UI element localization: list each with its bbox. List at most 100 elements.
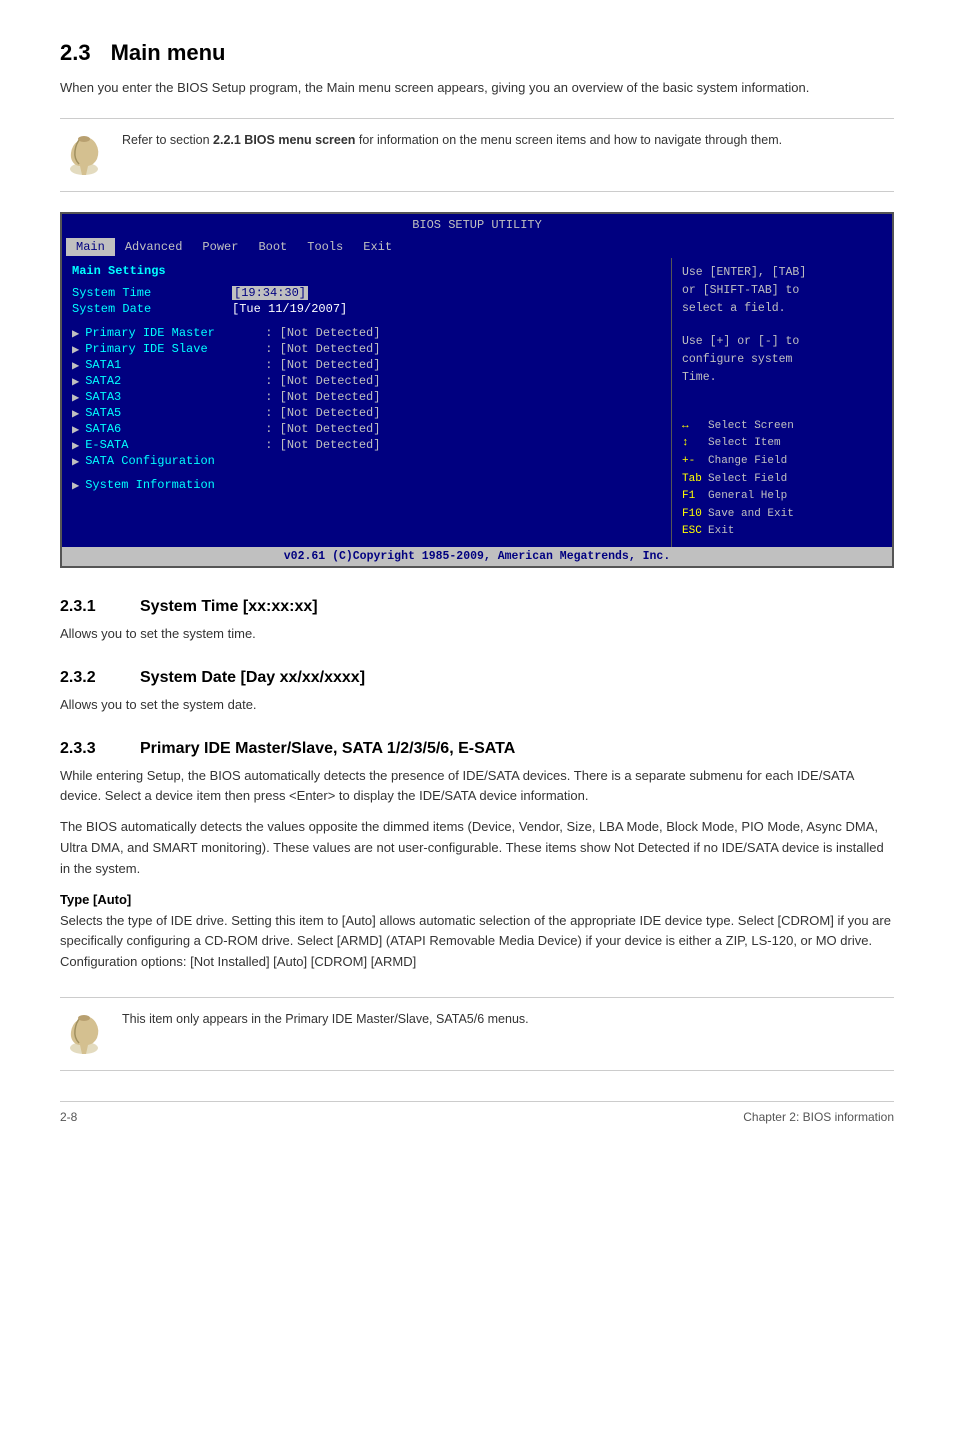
bios-list-label-2[interactable]: SATA1 xyxy=(85,358,265,372)
bios-system-date-field: System Date [Tue 11/19/2007] xyxy=(72,302,661,316)
bios-list-value-4: : [Not Detected] xyxy=(265,390,380,404)
bios-list-label-6[interactable]: SATA6 xyxy=(85,422,265,436)
bios-system-date-value[interactable]: [Tue 11/19/2007] xyxy=(232,302,347,316)
sub-section-232: 2.3.2 System Date [Day xx/xx/xxxx] Allow… xyxy=(60,669,894,716)
sub-heading-232: 2.3.2 System Date [Day xx/xx/xxxx] xyxy=(60,669,894,687)
sub-section-231: 2.3.1 System Time [xx:xx:xx] Allows you … xyxy=(60,598,894,645)
bios-menu-power[interactable]: Power xyxy=(192,238,248,256)
sub-heading-233: 2.3.3 Primary IDE Master/Slave, SATA 1/2… xyxy=(60,740,894,758)
bios-key-desc-1: Select Item xyxy=(708,435,781,453)
bios-section-title: Main Settings xyxy=(72,264,661,278)
bios-list-item-1: ▶ Primary IDE Slave : [Not Detected] xyxy=(72,342,661,357)
bios-footer: v02.61 (C)Copyright 1985-2009, American … xyxy=(62,547,892,566)
sub-title-232: System Date [Day xx/xx/xxxx] xyxy=(140,669,365,687)
page-footer: 2-8 Chapter 2: BIOS information xyxy=(60,1101,894,1124)
sub-number-231: 2.3.1 xyxy=(60,598,120,616)
bios-key-icon-2: +- xyxy=(682,453,702,471)
bios-list-label-4[interactable]: SATA3 xyxy=(85,390,265,404)
note-box-1: Refer to section 2.2.1 BIOS menu screen … xyxy=(60,118,894,192)
bios-menu-main[interactable]: Main xyxy=(66,238,115,256)
bios-list-label-3[interactable]: SATA2 xyxy=(85,374,265,388)
bios-key-icon-1: ↕ xyxy=(682,435,702,453)
bios-menu-boot[interactable]: Boot xyxy=(248,238,297,256)
bios-system-date-label: System Date xyxy=(72,302,232,316)
bios-arrow-5: ▶ xyxy=(72,406,79,421)
bios-arrow-3: ▶ xyxy=(72,374,79,389)
bios-help-mid: Use [+] or [-] to configure system Time. xyxy=(682,333,882,388)
bios-list-label-7[interactable]: E-SATA xyxy=(85,438,265,452)
bios-key-row-6: ESC Exit xyxy=(682,523,882,541)
bios-list-label-0[interactable]: Primary IDE Master xyxy=(85,326,265,340)
bios-arrow-4: ▶ xyxy=(72,390,79,405)
note-icon-1 xyxy=(60,131,108,179)
bios-key-row-1: ↕ Select Item xyxy=(682,435,882,453)
bios-list-item-0: ▶ Primary IDE Master : [Not Detected] xyxy=(72,326,661,341)
bios-key-row-5: F10 Save and Exit xyxy=(682,506,882,524)
bios-arrow-8: ▶ xyxy=(72,454,79,469)
bios-key-row-3: Tab Select Field xyxy=(682,471,882,489)
note-text-1: Refer to section 2.2.1 BIOS menu screen … xyxy=(122,131,782,150)
bios-key-desc-5: Save and Exit xyxy=(708,506,794,524)
note-icon-2 xyxy=(60,1010,108,1058)
bios-menu-bar: Main Advanced Power Boot Tools Exit xyxy=(62,236,892,258)
bios-key-icon-0: ↔ xyxy=(682,418,702,436)
bios-help-top: Use [ENTER], [TAB] or [SHIFT-TAB] to sel… xyxy=(682,264,882,319)
bios-left-panel: Main Settings System Time [19:34:30] Sys… xyxy=(62,258,672,548)
bios-list-value-6: : [Not Detected] xyxy=(265,422,380,436)
bios-list-value-2: : [Not Detected] xyxy=(265,358,380,372)
bios-key-icon-4: F1 xyxy=(682,488,702,506)
bios-arrow-sysinfo: ▶ xyxy=(72,478,79,493)
bios-list-label-8[interactable]: SATA Configuration xyxy=(85,454,265,468)
type-desc: Selects the type of IDE drive. Setting t… xyxy=(60,911,894,973)
sub-desc-232: Allows you to set the system date. xyxy=(60,695,894,716)
bios-menu-advanced[interactable]: Advanced xyxy=(115,238,193,256)
bios-list-item-4: ▶ SATA3 : [Not Detected] xyxy=(72,390,661,405)
bios-key-icon-5: F10 xyxy=(682,506,702,524)
footer-right: Chapter 2: BIOS information xyxy=(743,1110,894,1124)
bios-title-bar: BIOS SETUP UTILITY xyxy=(62,214,892,236)
bios-key-desc-2: Change Field xyxy=(708,453,787,471)
bios-key-desc-4: General Help xyxy=(708,488,787,506)
sub-section-233: 2.3.3 Primary IDE Master/Slave, SATA 1/2… xyxy=(60,740,894,973)
bios-list-item-2: ▶ SATA1 : [Not Detected] xyxy=(72,358,661,373)
bios-menu-exit[interactable]: Exit xyxy=(353,238,402,256)
section-heading: 2.3 Main menu xyxy=(60,40,894,66)
bios-arrow-7: ▶ xyxy=(72,438,79,453)
bios-list-value-5: : [Not Detected] xyxy=(265,406,380,420)
bios-key-icon-3: Tab xyxy=(682,471,702,489)
section-description: When you enter the BIOS Setup program, t… xyxy=(60,78,894,98)
bios-key-row-2: +- Change Field xyxy=(682,453,882,471)
bios-list-item-8: ▶ SATA Configuration xyxy=(72,454,661,469)
bios-arrow-1: ▶ xyxy=(72,342,79,357)
bios-key-row-4: F1 General Help xyxy=(682,488,882,506)
bios-list-item-6: ▶ SATA6 : [Not Detected] xyxy=(72,422,661,437)
bios-list-label-sysinfo[interactable]: System Information xyxy=(85,478,265,492)
note-text-2: This item only appears in the Primary ID… xyxy=(122,1010,529,1029)
sub-number-233: 2.3.3 xyxy=(60,740,120,758)
section-title: Main menu xyxy=(111,40,226,66)
bios-key-icon-6: ESC xyxy=(682,523,702,541)
bios-body: Main Settings System Time [19:34:30] Sys… xyxy=(62,258,892,548)
bios-list-value-1: : [Not Detected] xyxy=(265,342,380,356)
bios-list-label-5[interactable]: SATA5 xyxy=(85,406,265,420)
bios-system-time-label: System Time xyxy=(72,286,232,300)
bios-key-desc-0: Select Screen xyxy=(708,418,794,436)
section-number: 2.3 xyxy=(60,40,91,66)
bios-menu-tools[interactable]: Tools xyxy=(297,238,353,256)
bios-arrow-6: ▶ xyxy=(72,422,79,437)
bios-list-item-3: ▶ SATA2 : [Not Detected] xyxy=(72,374,661,389)
sub-desc-231: Allows you to set the system time. xyxy=(60,624,894,645)
bios-list-item-7: ▶ E-SATA : [Not Detected] xyxy=(72,438,661,453)
bios-system-time-field: System Time [19:34:30] xyxy=(72,286,661,300)
bios-key-table: ↔ Select Screen ↕ Select Item +- Change … xyxy=(682,418,882,541)
bios-list-value-3: : [Not Detected] xyxy=(265,374,380,388)
bios-system-time-value[interactable]: [19:34:30] xyxy=(232,286,308,300)
bios-list-label-1[interactable]: Primary IDE Slave xyxy=(85,342,265,356)
bios-arrow-0: ▶ xyxy=(72,326,79,341)
sub-desc-233-2: The BIOS automatically detects the value… xyxy=(60,817,894,879)
sub-title-233: Primary IDE Master/Slave, SATA 1/2/3/5/6… xyxy=(140,740,515,758)
bios-key-desc-6: Exit xyxy=(708,523,734,541)
bios-system-info-item: ▶ System Information xyxy=(72,478,661,493)
bios-right-panel: Use [ENTER], [TAB] or [SHIFT-TAB] to sel… xyxy=(672,258,892,548)
bios-screen: BIOS SETUP UTILITY Main Advanced Power B… xyxy=(60,212,894,569)
